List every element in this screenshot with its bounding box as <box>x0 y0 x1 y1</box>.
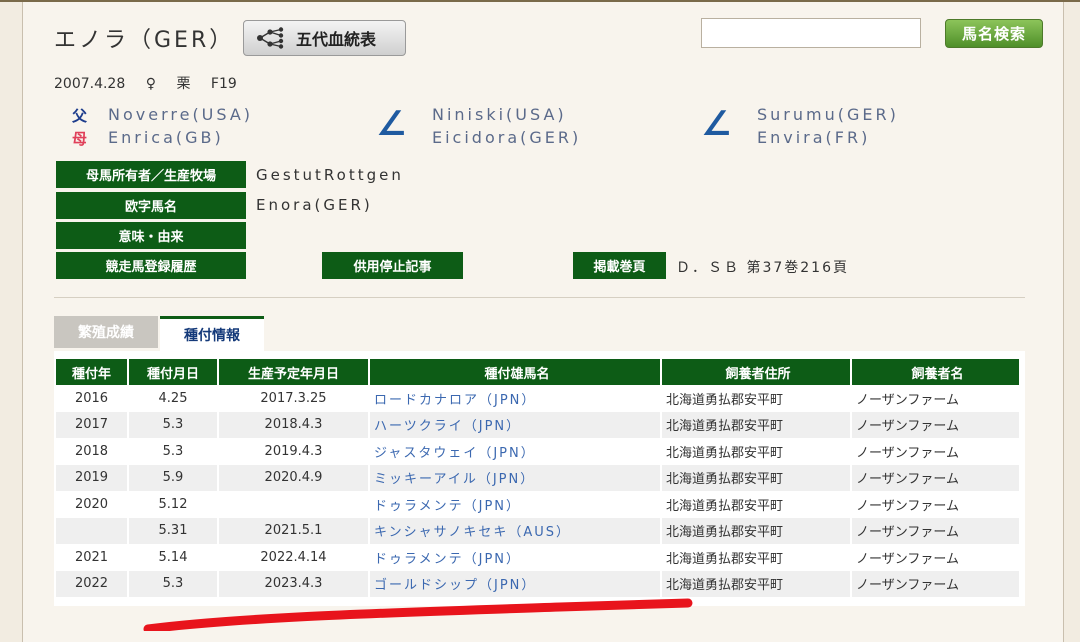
section-divider <box>54 297 1025 298</box>
expected-birth-cell: 2019.4.3 <box>219 438 368 465</box>
table-header-row: 種付年 種付月日 生産予定年月日 種付雄馬名 飼養者住所 飼養者名 <box>56 359 1019 385</box>
keeper-address-cell: 北海道勇払郡安平町 <box>662 464 850 491</box>
sire-link[interactable]: ドゥラメンテ（JPN） <box>370 491 660 518</box>
retirement-article-button[interactable]: 供用停止記事 <box>322 252 463 279</box>
father-label: 父 <box>72 107 88 125</box>
mating-year-cell: 2018 <box>56 438 127 465</box>
keeper-name-cell: ノーザンファーム <box>852 517 1019 544</box>
race-history-button[interactable]: 競走馬登録履歴 <box>56 252 246 279</box>
horse-name-title: エノラ（GER） <box>54 28 235 53</box>
sire-link[interactable]: ハーツクライ（JPN） <box>370 411 660 438</box>
mating-year-cell: 2017 <box>56 411 127 438</box>
mating-year-cell: 2016 <box>56 385 127 412</box>
col-header-owner: 飼養者名 <box>852 359 1019 385</box>
sire-link[interactable]: ミッキーアイル（JPN） <box>370 464 660 491</box>
table-row: 2022 5.3 2023.4.3 ゴールドシップ（JPN） 北海道勇払郡安平町 ノーザン… <box>56 570 1019 597</box>
sire-link[interactable]: ジャスタウェイ（JPN） <box>370 438 660 465</box>
col-header-birth: 生産予定年月日 <box>219 359 368 385</box>
mother-label: 母 <box>72 130 88 148</box>
coat-color: 栗 <box>176 76 191 92</box>
sex: ♀ <box>145 76 156 92</box>
owner-label: 母馬所有者／生産牧場 <box>56 161 246 188</box>
sire-link[interactable]: キンシャサノキセキ（AUS） <box>370 517 660 544</box>
tab-breeding-results[interactable]: 繁殖成績 <box>54 316 158 348</box>
mating-year-cell: 2021 <box>56 544 127 571</box>
expected-birth-cell: 2018.4.3 <box>219 411 368 438</box>
expected-birth-cell: 2023.4.3 <box>219 570 368 597</box>
col-header-sire: 種付雄馬名 <box>370 359 660 385</box>
pedigree-button-label: 五代血統表 <box>296 30 377 49</box>
keeper-address-cell: 北海道勇払郡安平町 <box>662 570 850 597</box>
pedigree-button[interactable]: 五代血統表 <box>243 20 406 56</box>
mating-year-cell: 2020 <box>56 491 127 518</box>
col-header-date: 種付月日 <box>129 359 217 385</box>
keeper-name-cell: ノーザンファーム <box>852 464 1019 491</box>
keeper-name-cell: ノーザンファーム <box>852 411 1019 438</box>
mating-date-cell: 5.3 <box>129 570 217 597</box>
meaning-label: 意味・由来 <box>56 222 246 249</box>
expected-birth-cell: 2020.4.9 <box>219 464 368 491</box>
sire-link[interactable]: ゴールドシップ（JPN） <box>370 570 660 597</box>
mating-table: 種付年 種付月日 生産予定年月日 種付雄馬名 飼養者住所 飼養者名 2016 4.… <box>54 359 1021 597</box>
col-header-address: 飼養者住所 <box>662 359 850 385</box>
tab-mating-info[interactable]: 種付情報 <box>160 316 264 351</box>
mating-year-cell: 2022 <box>56 570 127 597</box>
dam-sire-name[interactable]: Surumu(GER) <box>757 105 899 124</box>
keeper-address-cell: 北海道勇払郡安平町 <box>662 438 850 465</box>
table-row: 5.31 2021.5.1 キンシャサノキセキ（AUS） 北海道勇払郡安平町 ノーザンフ… <box>56 517 1019 544</box>
dam-name[interactable]: Enrica(GB) <box>108 128 224 147</box>
keeper-name-cell: ノーザンファーム <box>852 385 1019 412</box>
pedigree-connector-icon: ∠ <box>701 104 732 144</box>
table-row: 2016 4.25 2017.3.25 ロードカナロア（JPN） 北海道勇払郡安平町 ノー… <box>56 385 1019 412</box>
mating-table-container: 種付年 種付月日 生産予定年月日 種付雄馬名 飼養者住所 飼養者名 2016 4.… <box>54 351 1025 606</box>
horse-search-input[interactable] <box>701 18 921 48</box>
published-volume-value: Ｄ．ＳＢ 第37巻216頁 <box>676 260 849 276</box>
mating-year-cell <box>56 517 127 544</box>
mating-date-cell: 5.3 <box>129 438 217 465</box>
table-row: 2017 5.3 2018.4.3 ハーツクライ（JPN） 北海道勇払郡安平町 ノーザンフ… <box>56 411 1019 438</box>
keeper-name-cell: ノーザンファーム <box>852 544 1019 571</box>
keeper-address-cell: 北海道勇払郡安平町 <box>662 544 850 571</box>
keeper-name-cell: ノーザンファーム <box>852 438 1019 465</box>
family-number: F19 <box>210 76 237 92</box>
table-row: 2018 5.3 2019.4.3 ジャスタウェイ（JPN） 北海道勇払郡安平町 ノーザン… <box>56 438 1019 465</box>
table-row: 2019 5.9 2020.4.9 ミッキーアイル（JPN） 北海道勇払郡安平町 ノーザン… <box>56 464 1019 491</box>
mating-date-cell: 5.12 <box>129 491 217 518</box>
mating-year-cell: 2019 <box>56 464 127 491</box>
mating-date-cell: 5.31 <box>129 517 217 544</box>
keeper-address-cell: 北海道勇払郡安平町 <box>662 411 850 438</box>
keeper-address-cell: 北海道勇払郡安平町 <box>662 517 850 544</box>
sire-sire-name[interactable]: Niniski(USA) <box>432 105 567 124</box>
roman-name-value: Enora(GER) <box>256 196 373 214</box>
expected-birth-cell: 2017.3.25 <box>219 385 368 412</box>
keeper-address-cell: 北海道勇払郡安平町 <box>662 491 850 518</box>
dam-dam-name[interactable]: Envira(FR) <box>757 128 870 147</box>
mating-date-cell: 5.9 <box>129 464 217 491</box>
expected-birth-cell: 2021.5.1 <box>219 517 368 544</box>
keeper-address-cell: 北海道勇払郡安平町 <box>662 385 850 412</box>
keeper-name-cell: ノーザンファーム <box>852 491 1019 518</box>
published-volume-label: 掲載巻頁 <box>573 252 666 279</box>
expected-birth-cell <box>219 491 368 518</box>
horse-basic-info: 2007.4.28 ♀ 栗 F19 <box>54 73 253 93</box>
birth-date: 2007.4.28 <box>54 76 126 92</box>
pedigree-connector-icon: ∠ <box>376 104 407 144</box>
sire-dam-name[interactable]: Eicidora(GER) <box>432 128 581 147</box>
expected-birth-cell: 2022.4.14 <box>219 544 368 571</box>
mating-date-cell: 5.3 <box>129 411 217 438</box>
mating-date-cell: 5.14 <box>129 544 217 571</box>
mating-date-cell: 4.25 <box>129 385 217 412</box>
owner-value: GestutRottgen <box>256 166 404 184</box>
sire-link[interactable]: ロードカナロア（JPN） <box>370 385 660 412</box>
pedigree-tree-icon <box>257 27 284 49</box>
horse-search-button[interactable]: 馬名検索 <box>945 19 1043 48</box>
sire-link[interactable]: ドゥラメンテ（JPN） <box>370 544 660 571</box>
table-row: 2020 5.12 ドゥラメンテ（JPN） 北海道勇払郡安平町 ノーザンファーム <box>56 491 1019 518</box>
keeper-name-cell: ノーザンファーム <box>852 570 1019 597</box>
col-header-year: 種付年 <box>56 359 127 385</box>
sire-name[interactable]: Noverre(USA) <box>108 105 253 124</box>
table-row: 2021 5.14 2022.4.14 ドゥラメンテ（JPN） 北海道勇払郡安平町 ノーザ… <box>56 544 1019 571</box>
roman-name-label: 欧字馬名 <box>56 192 246 219</box>
